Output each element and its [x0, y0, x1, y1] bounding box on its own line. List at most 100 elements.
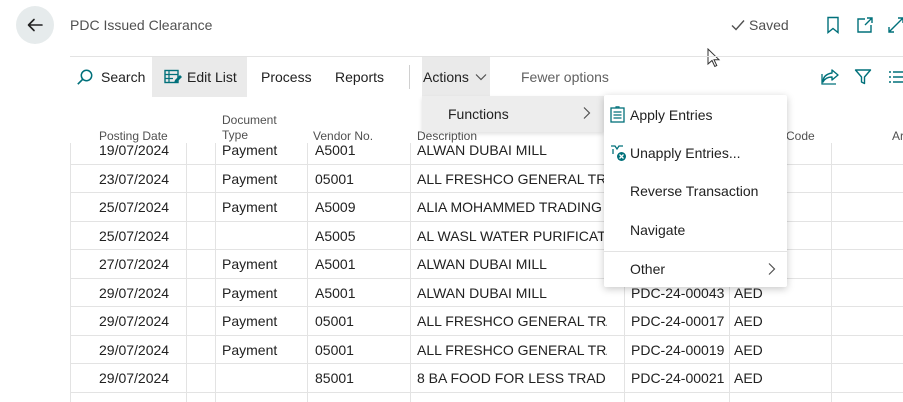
cell-document-type: Payment: [222, 284, 278, 301]
cell-description: 8 BA FOOD FOR LESS TRADIN...: [417, 370, 607, 386]
cell-description: ALL FRESHCO GENERAL TRADI...: [417, 313, 607, 329]
filter-icon: [854, 69, 872, 85]
column-header-document-type-line1: Document: [222, 113, 277, 127]
saved-status: Saved: [731, 17, 789, 33]
cell-vendor-no: 05001: [315, 313, 354, 329]
column-header-posting-date[interactable]: Posting Date: [99, 129, 168, 144]
chevron-right-icon: [583, 107, 591, 119]
cell-posting-date: 29/07/2024: [99, 313, 170, 329]
cell-currency-code: AED: [734, 341, 763, 358]
cell-vendor-no: 85001: [315, 370, 354, 386]
chevron-right-icon: [768, 263, 776, 275]
cell-vendor-no: A5009: [315, 199, 356, 215]
fewer-options-button[interactable]: Fewer options: [521, 57, 609, 97]
cell-document-type: Payment: [222, 199, 278, 215]
checkmark-icon: [731, 20, 745, 31]
cell-document-type: Payment: [222, 313, 278, 329]
cell-document-no: PDC-24-00019: [631, 341, 725, 358]
edit-list-button[interactable]: Edit List: [152, 57, 247, 97]
cell-description: ALL FRESHCO GENERAL TRADI...: [417, 341, 607, 358]
cell-document-type: Payment: [222, 341, 278, 358]
functions-submenu: Apply Entries Unapply Entries... Reverse…: [604, 95, 787, 287]
unapply-entries-label: Unapply Entries...: [630, 145, 741, 161]
reverse-transaction-label: Reverse Transaction: [630, 183, 759, 199]
reports-menu[interactable]: Reports: [335, 57, 384, 97]
cell-currency-code: AED: [734, 393, 794, 402]
expand-icon: [888, 17, 903, 33]
functions-label: Functions: [448, 106, 509, 122]
cell-document-no: PDC-24-00021: [631, 370, 725, 386]
edit-list-icon: [164, 69, 182, 84]
cell-description: ALWAN DUBAI MILL: [417, 284, 547, 301]
navigate-label: Navigate: [630, 222, 686, 238]
other-label: Other: [630, 261, 666, 277]
chevron-down-icon: [475, 74, 487, 81]
cell-vendor-no: A5005: [315, 227, 356, 244]
share-button[interactable]: [820, 57, 840, 97]
open-new-window-button[interactable]: [855, 15, 875, 35]
search-button[interactable]: Search: [76, 57, 156, 97]
saved-label: Saved: [749, 17, 789, 33]
fewer-options-label: Fewer options: [521, 69, 609, 85]
expand-button[interactable]: [886, 15, 903, 35]
cell-vendor-no: 05001: [315, 170, 354, 187]
cell-document-type: Payment: [222, 256, 278, 272]
process-menu[interactable]: Process: [261, 57, 312, 97]
column-header-amount[interactable]: Ar: [892, 129, 903, 144]
table-row[interactable]: 29/07/2024 Payment 05001 ALL FRESHCO GENERA…: [70, 336, 903, 364]
table-row[interactable]: 29/07/2024 850018 BA FOOD FOR LESS TRADIN…: [70, 393, 903, 402]
cell-document-no: PDC-24-00022: [631, 393, 731, 402]
column-header-document-type[interactable]: Document Type: [222, 113, 277, 143]
page-title: PDC Issued Clearance: [70, 17, 213, 33]
navigate-item[interactable]: Navigate: [604, 212, 787, 248]
cell-vendor-no: 85001: [315, 393, 415, 402]
cell-posting-date: 29/07/2024: [99, 284, 170, 301]
cell-posting-date: 27/07/2024: [99, 256, 170, 272]
apply-entries-label: Apply Entries: [630, 107, 713, 123]
toolbar-divider: [409, 65, 410, 89]
bookmark-icon: [827, 16, 839, 34]
cell-posting-date: 25/07/2024: [99, 227, 170, 244]
bookmark-button[interactable]: [823, 15, 843, 35]
apply-entries-item[interactable]: Apply Entries: [604, 97, 787, 133]
cell-vendor-no: A5001: [315, 256, 356, 272]
cell-description: ALWAN DUBAI MILL: [417, 256, 547, 272]
list-icon: [889, 71, 903, 83]
column-header-document-type-line2: Type: [222, 128, 249, 142]
apply-entries-icon: [610, 106, 625, 123]
cell-vendor-no: A5001: [315, 284, 356, 301]
back-button[interactable]: [16, 6, 54, 44]
actions-dropdown-functions-item[interactable]: Functions: [422, 96, 604, 132]
cell-currency-code: AED: [734, 313, 763, 329]
cell-document-type: [222, 364, 312, 392]
cell-posting-date: 29/07/2024: [99, 393, 209, 402]
share-icon: [821, 69, 839, 85]
cell-document-type: Payment: [222, 170, 278, 187]
list-view-button[interactable]: [888, 57, 903, 97]
cell-description: AL WASL WATER PURIFICATIO: [417, 227, 607, 244]
cell-posting-date: 25/07/2024: [99, 199, 170, 215]
search-icon: [77, 69, 93, 85]
unapply-entries-item[interactable]: Unapply Entries...: [604, 135, 787, 171]
reports-label: Reports: [335, 69, 385, 85]
cell-document-no: PDC-24-00017: [631, 313, 725, 329]
unapply-entries-icon: [611, 145, 626, 161]
cell-document-type: [222, 393, 312, 402]
actions-menu[interactable]: Actions: [422, 57, 490, 97]
column-header-vendor-no[interactable]: Vendor No.: [313, 129, 373, 144]
cell-description: ALIA MOHAMMED TRADING C: [417, 199, 607, 215]
column-header-code[interactable]: Code: [786, 129, 815, 144]
table-row[interactable]: 29/07/2024850018 BA FOOD FOR LESS TRADIN…: [70, 364, 903, 393]
search-label: Search: [101, 69, 146, 85]
actions-label: Actions: [423, 69, 469, 85]
cell-currency-code: AED: [734, 370, 763, 386]
table-row[interactable]: 29/07/2024 Payment 05001 ALL FRESHCO GENERA…: [70, 307, 903, 336]
cell-posting-date: 29/07/2024: [99, 341, 170, 358]
cell-vendor-no: 05001: [315, 341, 354, 358]
cell-posting-date: 23/07/2024: [99, 170, 170, 187]
reverse-transaction-item[interactable]: Reverse Transaction: [604, 173, 787, 209]
edit-list-label: Edit List: [187, 69, 237, 85]
filter-button[interactable]: [854, 57, 872, 97]
other-item[interactable]: Other: [604, 251, 787, 287]
cell-description: 8 BA FOOD FOR LESS TRADIN...: [417, 393, 607, 402]
